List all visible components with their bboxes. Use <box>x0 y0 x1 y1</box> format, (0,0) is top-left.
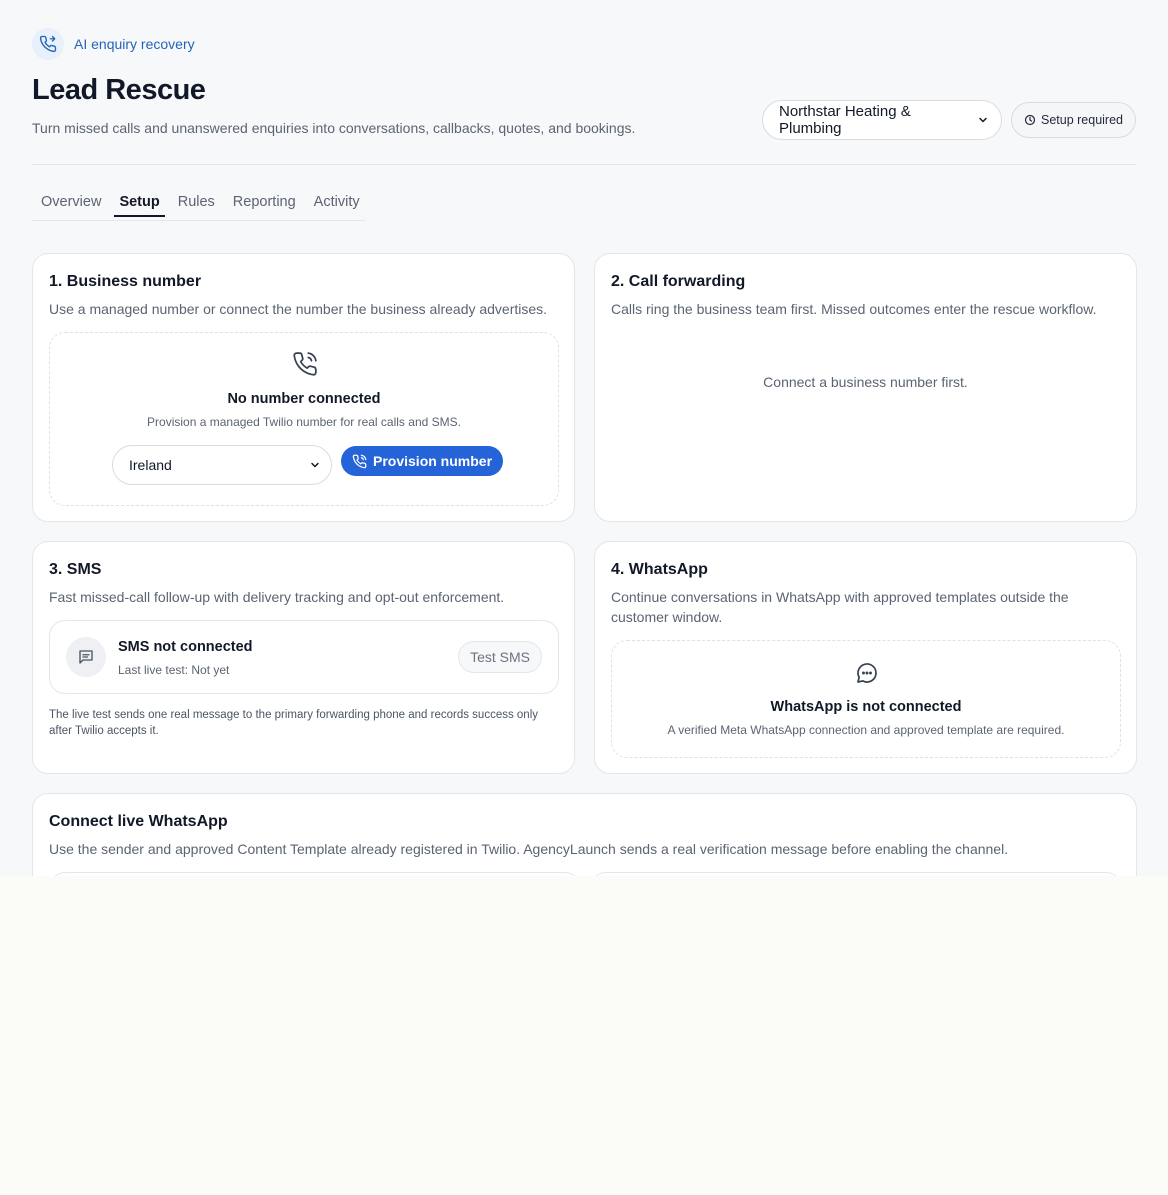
tab-overview[interactable]: Overview <box>32 188 110 220</box>
whatsapp-card: 4. WhatsApp Continue conversations in Wh… <box>594 541 1137 774</box>
sms-status-title: SMS not connected <box>118 639 253 655</box>
tab-reporting[interactable]: Reporting <box>224 188 305 220</box>
phone-icon <box>292 351 318 382</box>
phone-icon <box>352 454 367 468</box>
business-select-value: Northstar Heating & Plumbing <box>778 103 911 137</box>
sms-note: The live test sends one real message to … <box>49 709 539 737</box>
header-controls: Northstar Heating & Plumbing Setup requi… <box>761 100 1136 140</box>
empty-description: Provision a managed Twilio number for re… <box>147 415 461 429</box>
call-forwarding-card: 2. Call forwarding Calls ring the busine… <box>594 253 1137 522</box>
phone-forward-icon <box>32 28 64 60</box>
tab-rules[interactable]: Rules <box>169 188 224 220</box>
tab-activity[interactable]: Activity <box>305 188 369 220</box>
no-number-panel: No number connected Provision a managed … <box>49 332 559 506</box>
tab-label: Activity <box>313 194 360 210</box>
card-description: Use the sender and approved Content Temp… <box>49 841 1009 857</box>
chat-bubble-icon <box>855 661 879 690</box>
connect-whatsapp-card: Connect live WhatsApp Use the sender and… <box>32 793 1137 876</box>
sms-card: 3. SMS Fast missed-call follow-up with d… <box>32 541 575 774</box>
template-field-panel <box>590 872 1122 876</box>
sms-status-row: SMS not connected Last live test: Not ye… <box>49 620 559 694</box>
tab-label: Rules <box>177 194 215 210</box>
card-description: Fast missed-call follow-up with delivery… <box>49 589 505 605</box>
message-icon <box>66 637 106 677</box>
sender-field-panel <box>49 872 581 876</box>
card-title: 4. WhatsApp <box>611 561 708 578</box>
chevron-down-icon <box>979 117 987 123</box>
whatsapp-empty-panel: WhatsApp is not connected A verified Met… <box>611 640 1121 758</box>
card-description: Continue conversations in WhatsApp with … <box>611 589 1069 625</box>
status-badge: Setup required <box>1010 102 1136 138</box>
tab-bar: Overview Setup Rules Reporting Activity <box>32 188 365 221</box>
card-title: 2. Call forwarding <box>611 273 746 290</box>
tab-label: Overview <box>41 194 102 210</box>
status-badge-label: Setup required <box>1040 113 1123 127</box>
tab-label: Reporting <box>232 194 296 210</box>
call-forwarding-note: Connect a business number first. <box>763 374 968 390</box>
eyebrow-label: AI enquiry recovery <box>74 36 195 52</box>
test-sms-button[interactable]: Test SMS <box>458 641 542 673</box>
tab-label: Setup <box>114 189 165 217</box>
provision-number-button[interactable]: Provision number <box>341 446 504 476</box>
header-divider <box>32 164 1136 165</box>
empty-description: A verified Meta WhatsApp connection and … <box>667 723 1065 737</box>
business-select[interactable]: Northstar Heating & Plumbing <box>761 100 1002 140</box>
empty-title: No number connected <box>227 391 381 407</box>
country-select[interactable]: Ireland <box>112 445 332 485</box>
card-title: 1. Business number <box>49 273 202 290</box>
card-description: Use a managed number or connect the numb… <box>49 301 548 317</box>
eyebrow: AI enquiry recovery <box>32 28 195 60</box>
page-subtitle: Turn missed calls and unanswered enquiri… <box>32 120 636 136</box>
empty-title: WhatsApp is not connected <box>770 699 962 715</box>
country-select-value: Ireland <box>129 457 172 473</box>
page: AI enquiry recovery Lead Rescue Turn mis… <box>0 0 1168 876</box>
page-title: Lead Rescue <box>32 74 206 106</box>
clock-icon <box>1024 114 1036 126</box>
card-title: 3. SMS <box>49 561 102 578</box>
card-description: Calls ring the business team first. Miss… <box>611 301 1097 317</box>
sms-status-sub: Last live test: Not yet <box>118 663 230 677</box>
business-number-card: 1. Business number Use a managed number … <box>32 253 575 522</box>
chevron-down-icon <box>311 462 319 468</box>
tab-setup[interactable]: Setup <box>110 188 168 220</box>
provision-number-label: Provision number <box>373 453 493 469</box>
card-title: Connect live WhatsApp <box>49 813 228 830</box>
